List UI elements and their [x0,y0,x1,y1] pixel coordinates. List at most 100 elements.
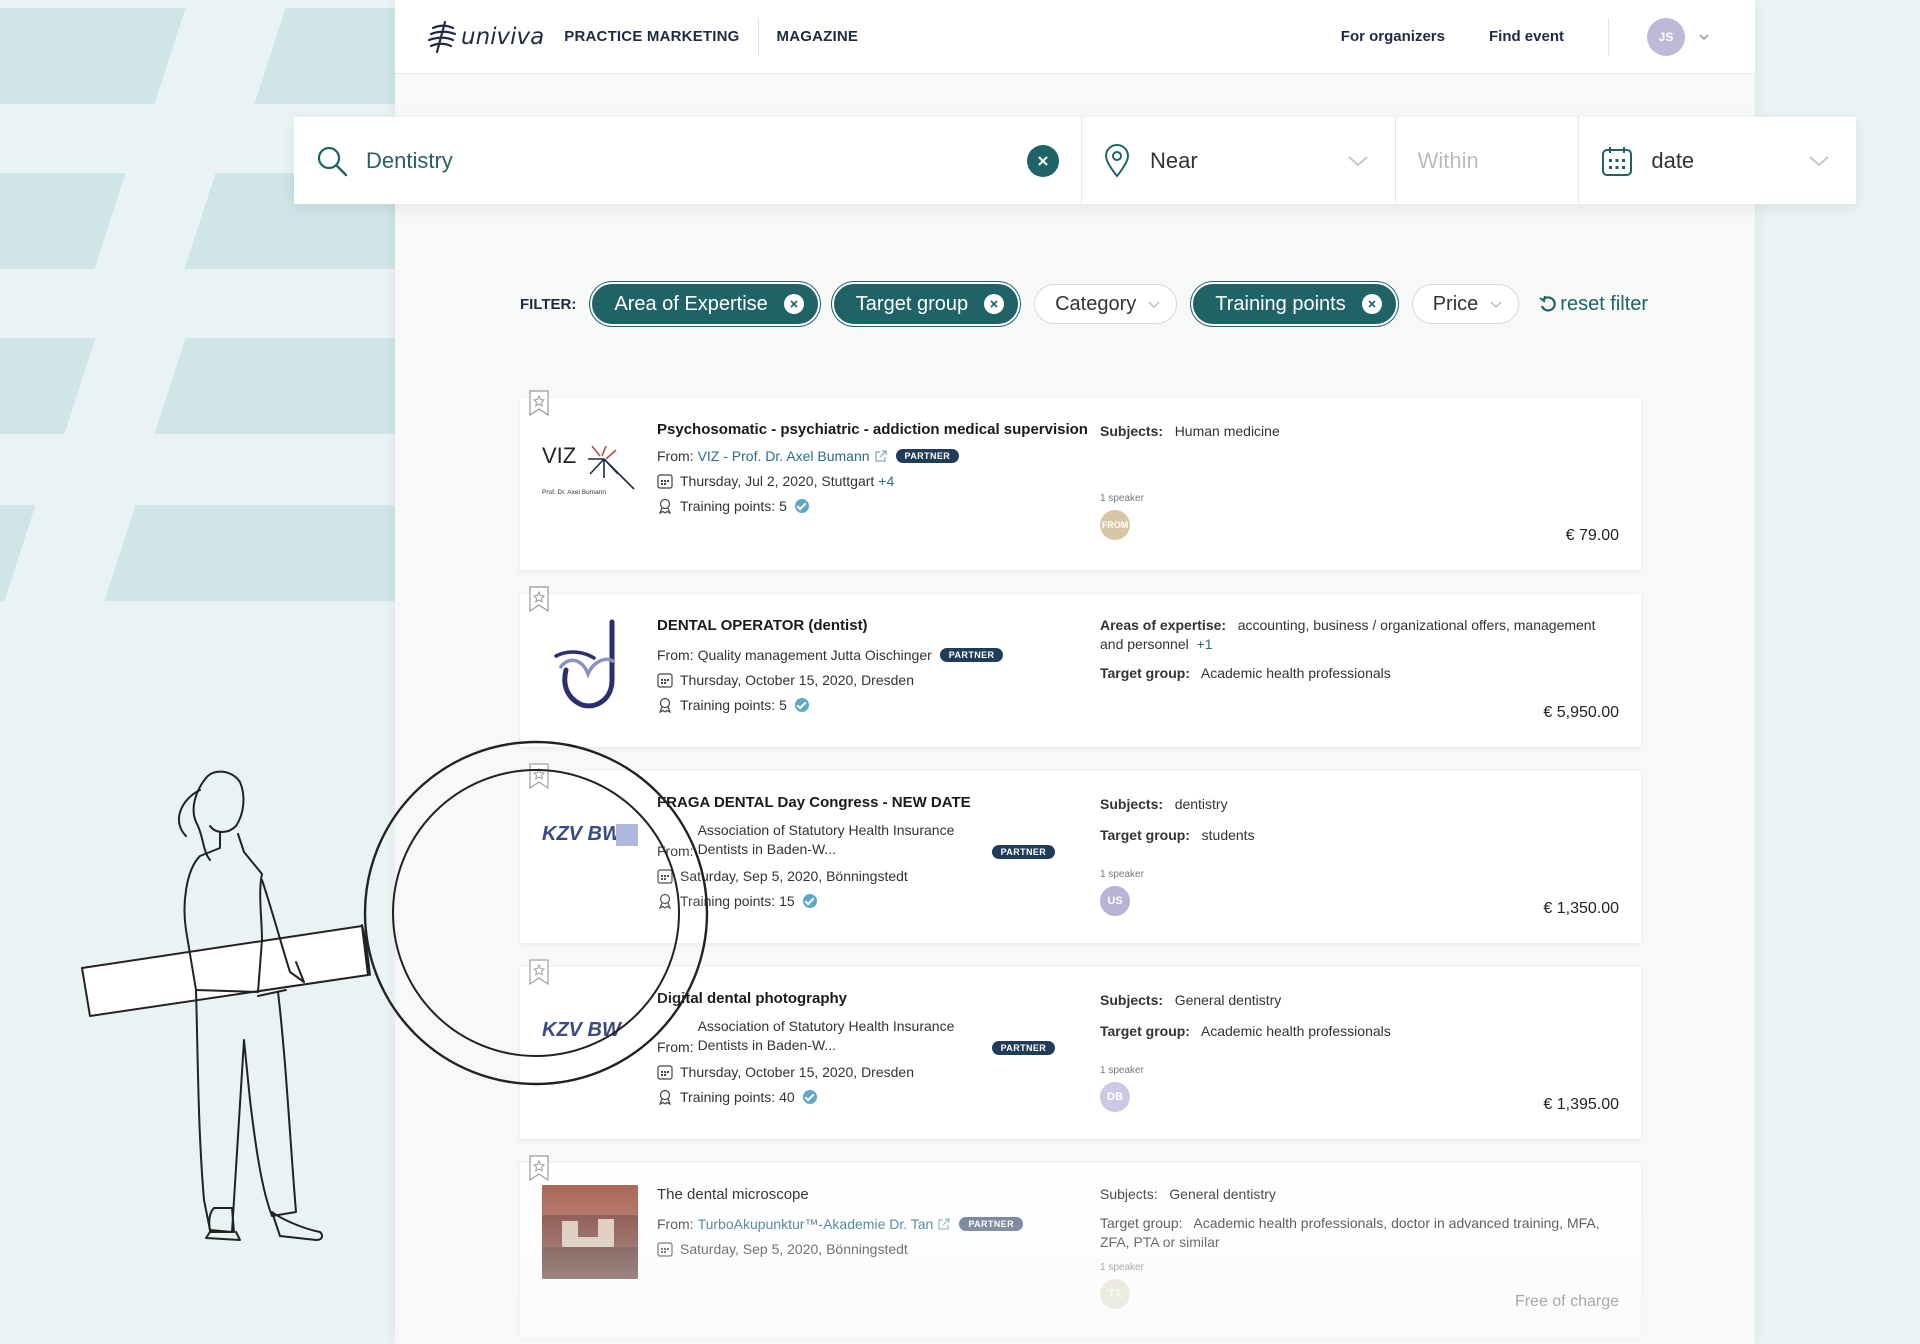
nav-practice-marketing[interactable]: PRACTICE MARKETING [564,28,739,45]
filter-chip-price[interactable]: Price [1411,284,1520,324]
subjects-label: Subjects: [1100,992,1164,1008]
speaker-count: 1 speaker [1100,1262,1144,1273]
target-label: Target group: [1100,1023,1190,1039]
subjects-value: Human medicine [1174,423,1280,439]
chip-label: Price [1432,292,1479,315]
chip-label: Area of Expertise [614,292,768,315]
event-card[interactable]: KZV BW Digital dental photography From: … [520,959,1641,1139]
organizer-logo: VIZ Prof. Dr. Axel Bumann [542,434,642,534]
event-title[interactable]: FRAGA DENTAL Day Congress - NEW DATE [657,793,1097,812]
nav-for-organizers[interactable]: For organizers [1341,28,1445,45]
organizer-name[interactable]: Quality management Jutta Oischinger [698,647,932,663]
organizer-row: From: Association of Statutory Health In… [657,1017,1097,1055]
bookmark-icon[interactable] [528,586,550,612]
areas-label: Areas of expertise: [1100,617,1227,633]
event-price: € 1,395.00 [1543,1096,1619,1113]
speaker-count: 1 speaker [1100,869,1144,880]
award-icon [658,697,672,713]
partner-badge: PARTNER [991,1041,1056,1055]
verified-check-icon [794,698,809,712]
speaker-avatar[interactable]: FROM [1100,510,1130,540]
reset-filter-button[interactable]: reset filter [1539,293,1648,316]
date-input[interactable]: date [1651,148,1694,174]
organizer-logo [542,618,642,718]
keyword-search-field[interactable]: Dentistry [294,117,1082,204]
logo-text: KZV BW [542,1019,623,1041]
radius-field[interactable]: Within [1396,117,1580,204]
logo-text: VIZ [542,443,576,468]
external-link-icon[interactable] [874,449,888,463]
clear-search-button[interactable] [1026,144,1059,177]
training-points: Training points: 5 [680,498,787,514]
organizer-name[interactable]: Association of Statutory Health Insuranc… [698,1017,968,1055]
event-date: Thursday, Jul 2, 2020, Stuttgart [680,473,875,489]
partner-badge: PARTNER [895,449,960,463]
event-info: The dental microscope From: TurboAkupunk… [657,1185,1097,1257]
user-avatar[interactable]: JS [1647,17,1685,56]
training-points-row: Training points: 15 [657,893,1097,909]
speaker-avatar[interactable]: DB [1100,1082,1130,1112]
event-title[interactable]: The dental microscope [657,1185,1097,1204]
remove-filter-icon[interactable] [984,294,1005,314]
bookmark-icon[interactable] [528,1155,550,1181]
event-title[interactable]: Psychosomatic - psychiatric - addiction … [657,420,1097,439]
training-points: Training points: 40 [680,1089,795,1105]
speaker-avatar[interactable]: US [1100,886,1130,916]
event-card[interactable]: The dental microscope From: TurboAkupunk… [520,1155,1641,1338]
more-dates-link[interactable]: +4 [878,473,894,489]
nav-find-event[interactable]: Find event [1489,28,1564,45]
event-card[interactable]: DENTAL OPERATOR (dentist) From: Quality … [520,586,1641,747]
location-field[interactable]: Near [1082,117,1396,204]
radius-input[interactable]: Within [1418,148,1479,174]
event-thumbnail-image [542,1185,638,1279]
from-prefix: From: [657,647,694,663]
event-card[interactable]: KZV BW FRAGA DENTAL Day Congress - NEW D… [520,763,1641,943]
filter-bar: FILTER: Area of Expertise Target group C… [520,284,1648,324]
award-icon [658,893,672,909]
chip-label: Target group [855,292,969,315]
chevron-down-icon[interactable] [1808,154,1830,168]
filter-chip-target-group[interactable]: Target group [833,284,1019,324]
logo-subtitle: Prof. Dr. Axel Bumann [542,489,606,496]
event-price: € 1,350.00 [1543,900,1619,917]
event-title[interactable]: Digital dental photography [657,989,1097,1008]
location-input[interactable]: Near [1150,148,1198,174]
organizer-link[interactable]: VIZ - Prof. Dr. Axel Bumann [698,448,870,464]
event-info: Digital dental photography From: Associa… [657,989,1097,1105]
chevron-down-icon[interactable] [1699,32,1709,42]
target-value: students [1201,827,1255,843]
calendar-icon [1602,146,1633,176]
organizer-name[interactable]: Association of Statutory Health Insuranc… [698,821,968,859]
bookmark-icon[interactable] [528,959,550,985]
event-details: Subjects: dentistry Target group: studen… [1100,795,1620,916]
filter-chip-area-of-expertise[interactable]: Area of Expertise [592,284,818,324]
award-icon [658,498,672,514]
chevron-down-icon[interactable] [1347,154,1369,168]
search-input[interactable]: Dentistry [366,148,453,174]
brand-logo[interactable]: univiva [427,19,544,55]
calendar-icon [657,1242,673,1257]
logo-text: KZV BW [542,823,623,845]
filter-label: FILTER: [520,295,577,313]
more-areas-link[interactable]: +1 [1197,636,1213,652]
calendar-icon [657,1065,673,1080]
organizer-row: From: TurboAkupunktur™-Akademie Dr. Tan … [657,1216,1097,1232]
bookmark-icon[interactable] [528,390,550,416]
organizer-link[interactable]: TurboAkupunktur™-Akademie Dr. Tan [698,1216,934,1232]
event-card[interactable]: VIZ Prof. Dr. Axel Bumann Psychosomatic … [520,390,1641,570]
event-date: Thursday, October 15, 2020, Dresden [680,672,914,688]
remove-filter-icon[interactable] [783,294,804,314]
bookmark-icon[interactable] [528,763,550,789]
date-field[interactable]: date [1579,117,1856,204]
remove-filter-icon[interactable] [1361,294,1382,314]
training-points-row: Training points: 40 [657,1089,1097,1105]
speaker-avatar[interactable]: TT [1100,1279,1130,1309]
filter-chip-training-points[interactable]: Training points [1193,284,1396,324]
event-title[interactable]: DENTAL OPERATOR (dentist) [657,616,1097,635]
from-prefix: From: [657,448,694,464]
event-info: DENTAL OPERATOR (dentist) From: Quality … [657,616,1097,713]
filter-chip-category[interactable]: Category [1034,284,1178,324]
external-link-icon[interactable] [937,1217,951,1231]
nav-magazine[interactable]: MAGAZINE [777,28,859,45]
close-icon [1038,155,1048,166]
